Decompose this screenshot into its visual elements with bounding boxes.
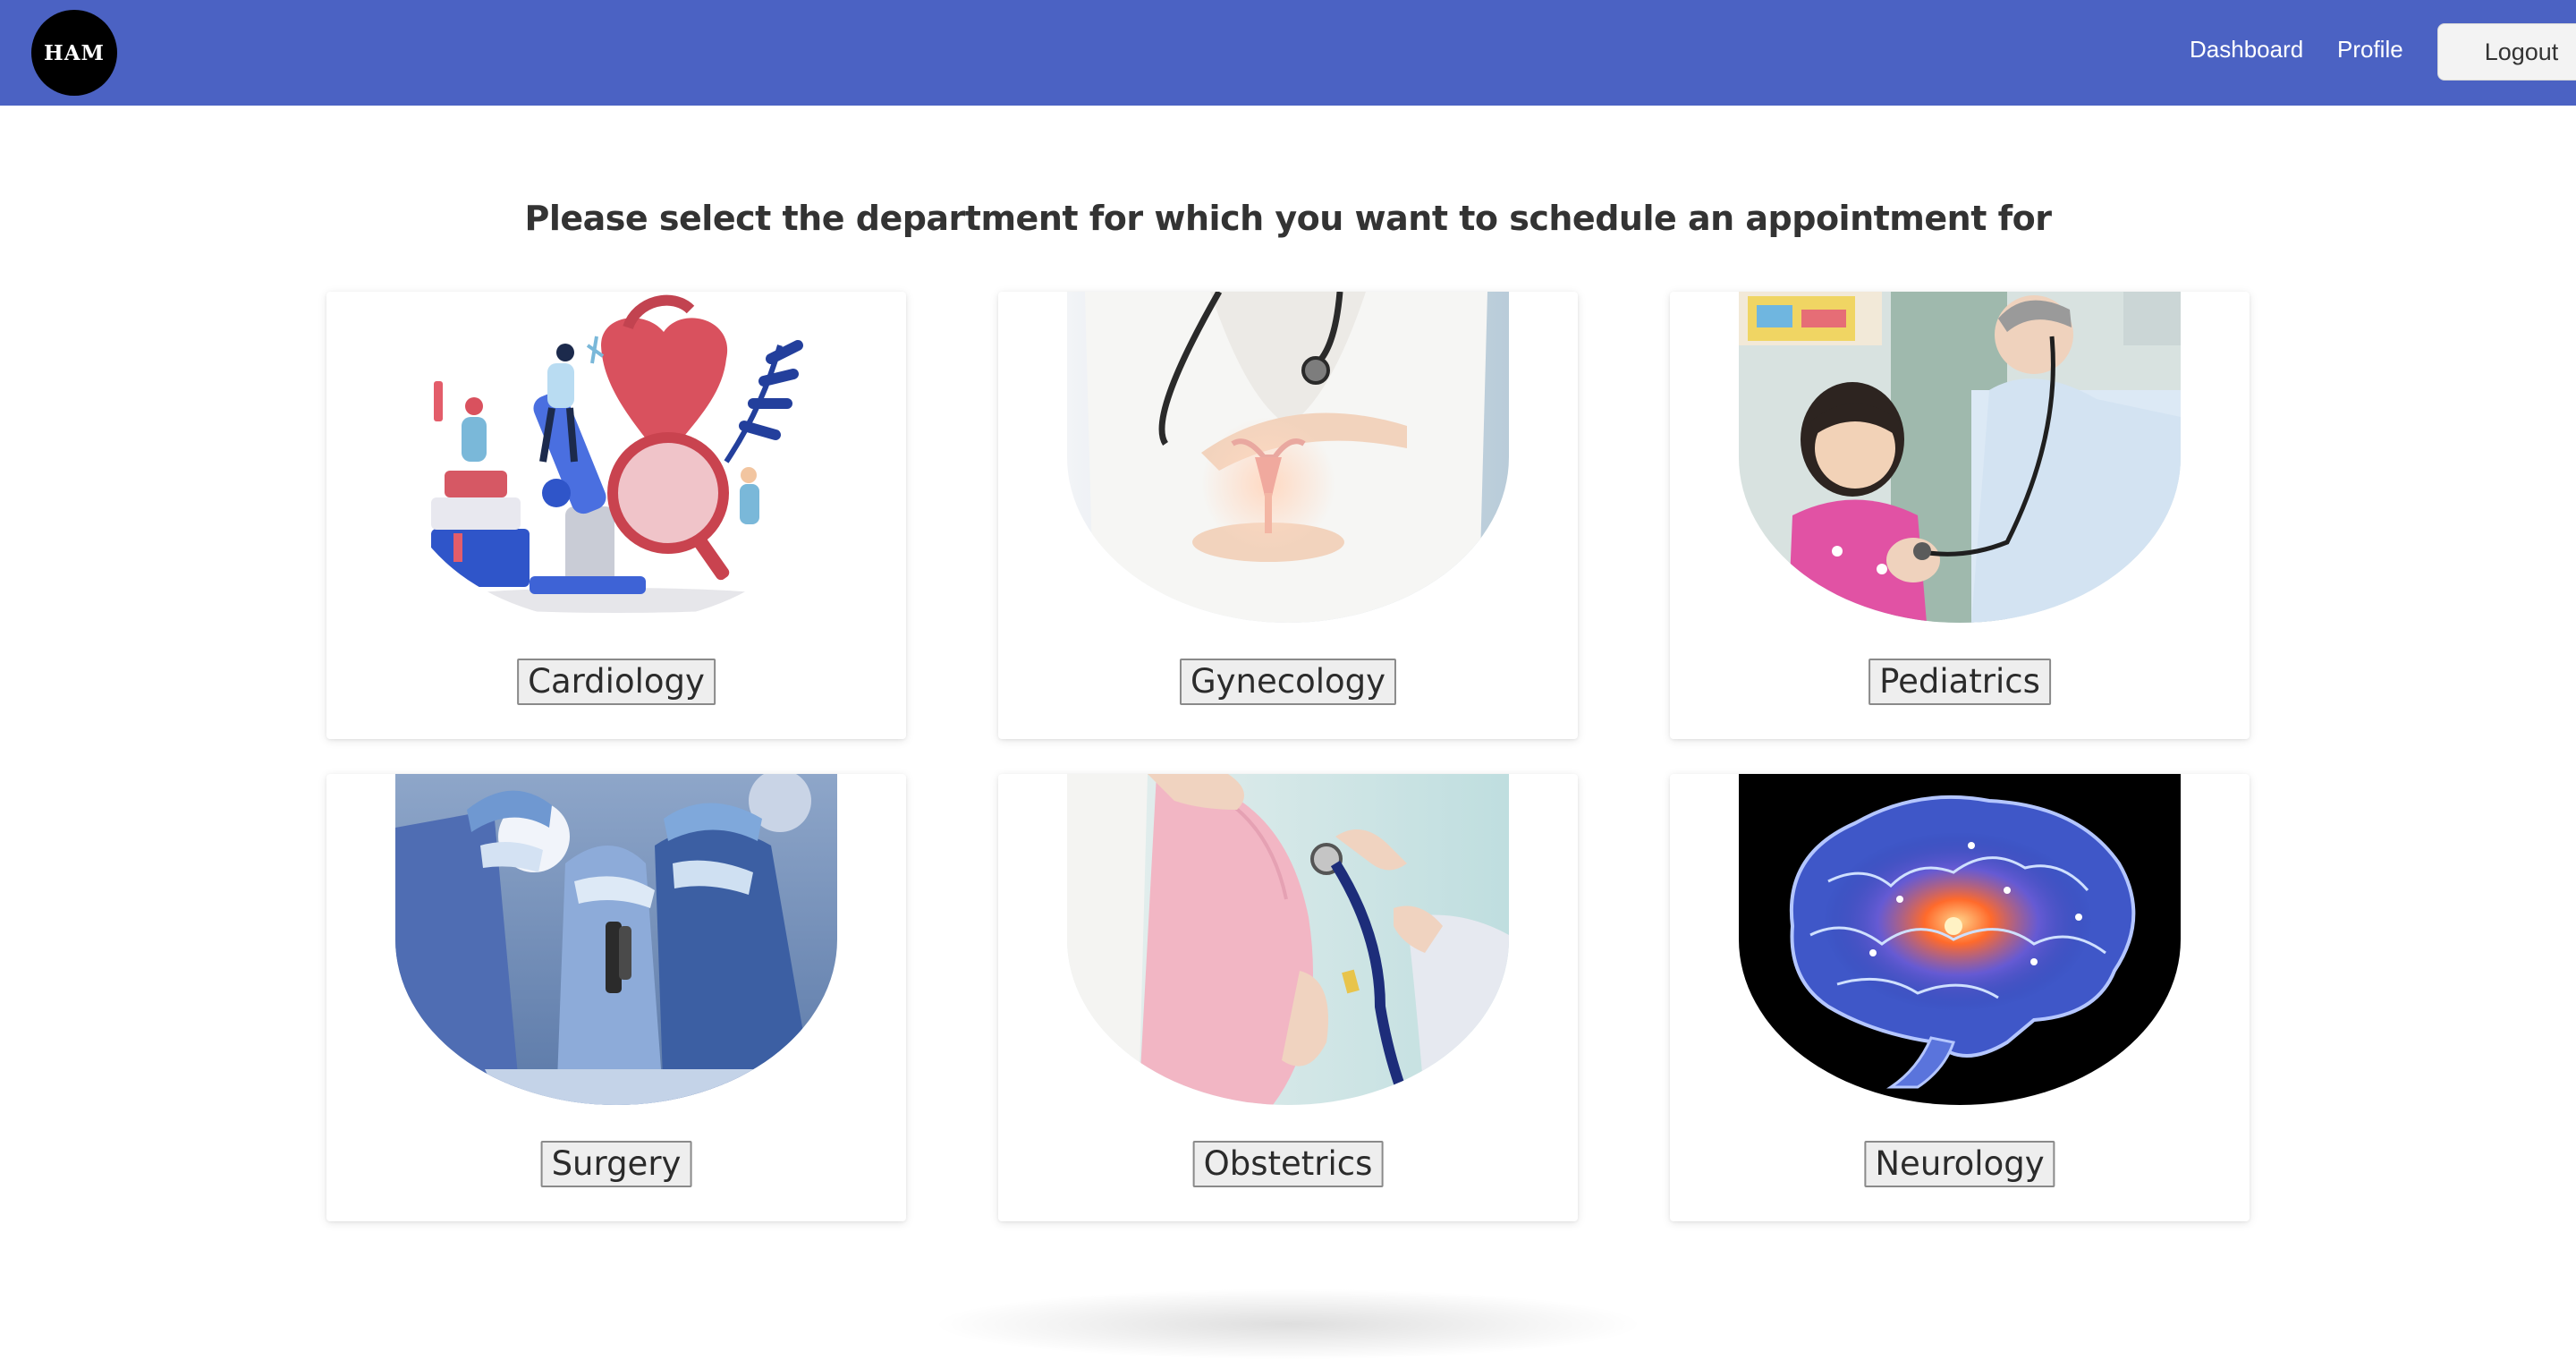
bottom-shadow — [930, 1288, 1646, 1360]
cardiology-button[interactable]: Cardiology — [517, 659, 716, 705]
gynecology-image[interactable] — [1067, 292, 1509, 623]
department-card-gynecology[interactable]: Gynecology — [998, 292, 1578, 739]
logout-button[interactable]: Logout — [2437, 23, 2576, 81]
neurology-image[interactable] — [1739, 774, 2181, 1105]
pediatrics-image[interactable] — [1739, 292, 2181, 623]
pediatrics-button[interactable]: Pediatrics — [1868, 659, 2051, 705]
page-heading: Please select the department for which y… — [524, 199, 2053, 238]
app-logo[interactable]: HAM — [31, 10, 117, 96]
obstetrics-image[interactable] — [1067, 774, 1509, 1105]
nav-profile-link[interactable]: Profile — [2337, 36, 2403, 64]
surgery-button[interactable]: Surgery — [540, 1141, 692, 1187]
department-card-surgery[interactable]: Surgery — [326, 774, 906, 1221]
nav-dashboard-link[interactable]: Dashboard — [2190, 36, 2303, 64]
gynecology-button[interactable]: Gynecology — [1179, 659, 1397, 705]
surgery-image[interactable] — [395, 774, 837, 1105]
department-card-cardiology[interactable]: Cardiology — [326, 292, 906, 739]
top-navbar: HAM Dashboard Profile Logout — [0, 0, 2576, 106]
cardiology-image[interactable] — [395, 292, 837, 623]
neurology-button[interactable]: Neurology — [1864, 1141, 2055, 1187]
department-card-pediatrics[interactable]: Pediatrics — [1670, 292, 2250, 739]
obstetrics-button[interactable]: Obstetrics — [1192, 1141, 1384, 1187]
department-card-neurology[interactable]: Neurology — [1670, 774, 2250, 1221]
department-card-obstetrics[interactable]: Obstetrics — [998, 774, 1578, 1221]
